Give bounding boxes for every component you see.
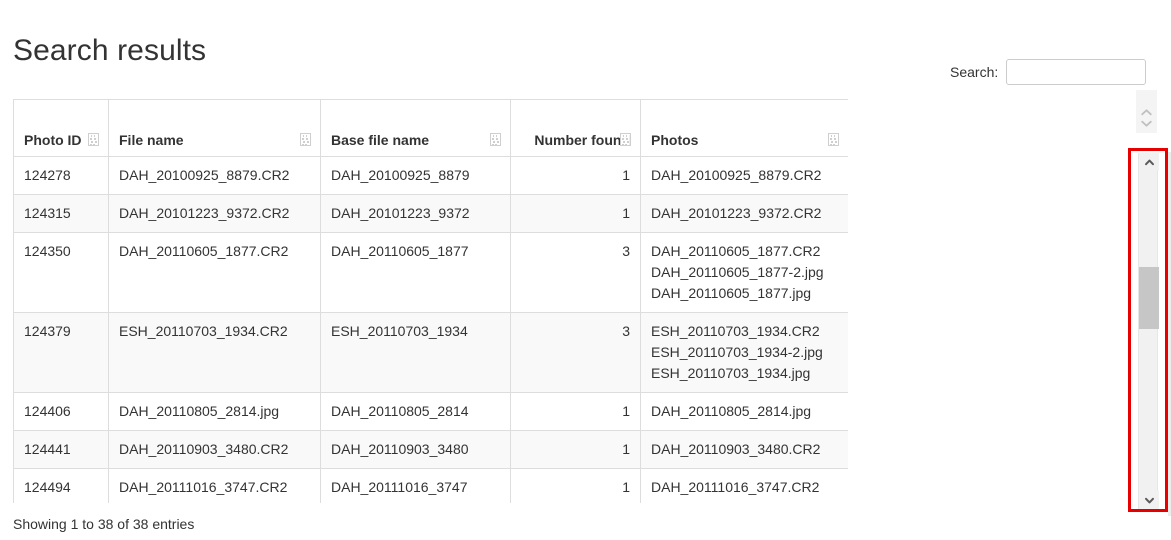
sort-icon[interactable]	[88, 133, 99, 146]
photo-file-name: DAH_20110605_1877.jpg	[651, 285, 812, 301]
page-title: Search results	[13, 34, 207, 68]
photo-file-name: DAH_20100925_8879.CR2	[651, 167, 822, 183]
column-header-label: Base file name	[331, 132, 430, 148]
table-row[interactable]: 124494 DAH_20111016_3747.CR2 DAH_20111016_…	[13, 468, 848, 503]
cell-photo-id: 124278	[13, 156, 109, 195]
results-table: Photo ID File name Base file name Number…	[13, 99, 848, 503]
cell-file-name: DAH_20110903_3480.CR2	[108, 430, 321, 469]
cell-photos: DAH_20110805_2814.jpg	[640, 392, 848, 431]
number-spinner[interactable]	[1136, 90, 1157, 133]
cell-file-name: DAH_20100925_8879.CR2	[108, 156, 321, 195]
column-header-label: Photo ID	[24, 132, 82, 148]
column-header-photo-id[interactable]: Photo ID	[13, 99, 109, 157]
search-filter: Search:	[950, 59, 1147, 85]
sort-icon[interactable]	[828, 133, 839, 146]
cell-photo-id: 124441	[13, 430, 109, 469]
cell-photos: DAH_20110903_3480.CR2	[640, 430, 848, 469]
table-body: 124278 DAH_20100925_8879.CR2 DAH_20100925_…	[13, 156, 848, 503]
cell-base-file-name: DAH_20100925_8879	[320, 156, 511, 195]
photo-file-name: DAH_20101223_9372.CR2	[651, 205, 822, 221]
cell-base-file-name: DAH_20101223_9372	[320, 194, 511, 233]
cell-base-file-name: DAH_20110605_1877	[320, 232, 511, 313]
column-header-photos[interactable]: Photos	[640, 99, 848, 157]
search-results-page: Search results Search: Photo ID File nam…	[0, 0, 1171, 540]
cell-number-found: 1	[510, 468, 641, 503]
cell-number-found: 3	[510, 312, 641, 393]
cell-photo-id: 124494	[13, 468, 109, 503]
cell-photo-id: 124379	[13, 312, 109, 393]
cell-number-found: 3	[510, 232, 641, 313]
sort-icon[interactable]	[490, 133, 501, 146]
table-row[interactable]: 124379 ESH_20110703_1934.CR2 ESH_20110703_…	[13, 312, 848, 393]
cell-file-name: DAH_20110805_2814.jpg	[108, 392, 321, 431]
column-header-number-found[interactable]: Number found	[510, 99, 641, 157]
cell-photos: ESH_20110703_1934.CR2 ESH_20110703_1934-2…	[640, 312, 848, 393]
photo-file-name: DAH_20110605_1877.CR2	[651, 243, 821, 259]
table-row[interactable]: 124441 DAH_20110903_3480.CR2 DAH_20110903_…	[13, 430, 848, 469]
table-head: Photo ID File name Base file name Number…	[13, 99, 848, 157]
photo-file-name: ESH_20110703_1934.CR2	[651, 323, 820, 339]
table-row[interactable]: 124350 DAH_20110605_1877.CR2 DAH_20110605_…	[13, 232, 848, 313]
cell-file-name: DAH_20110605_1877.CR2	[108, 232, 321, 313]
cell-photos: DAH_20110605_1877.CR2 DAH_20110605_1877-2…	[640, 232, 848, 313]
table-row[interactable]: 124406 DAH_20110805_2814.jpg DAH_20110805_…	[13, 392, 848, 431]
column-header-base-file-name[interactable]: Base file name	[320, 99, 511, 157]
chevron-down-icon[interactable]	[1141, 114, 1152, 127]
sort-icon[interactable]	[300, 133, 311, 146]
search-label: Search:	[950, 64, 999, 80]
photo-file-name: ESH_20110703_1934-2.jpg	[651, 344, 823, 360]
cell-base-file-name: DAH_20110805_2814	[320, 392, 511, 431]
scrollbar-thumb[interactable]	[1139, 267, 1159, 329]
cell-file-name: ESH_20110703_1934.CR2	[108, 312, 321, 393]
cell-number-found: 1	[510, 156, 641, 195]
results-table-container: Photo ID File name Base file name Number…	[13, 99, 848, 503]
scrollbar-down-button[interactable]	[1139, 491, 1159, 509]
column-header-label: Photos	[651, 132, 699, 148]
cell-number-found: 1	[510, 430, 641, 469]
column-header-file-name[interactable]: File name	[108, 99, 321, 157]
photo-file-name: DAH_20110805_2814.jpg	[651, 403, 812, 419]
table-row[interactable]: 124315 DAH_20101223_9372.CR2 DAH_20101223_…	[13, 194, 848, 233]
cell-file-name: DAH_20101223_9372.CR2	[108, 194, 321, 233]
cell-photo-id: 124315	[13, 194, 109, 233]
photo-file-name: ESH_20110703_1934.jpg	[651, 365, 811, 381]
cell-photos: DAH_20111016_3747.CR2	[640, 468, 848, 503]
vertical-scrollbar[interactable]	[1138, 153, 1159, 509]
cell-number-found: 1	[510, 194, 641, 233]
scrollbar-up-button[interactable]	[1139, 153, 1159, 171]
column-header-label: Number found	[534, 132, 630, 148]
scrollbar-highlight	[1128, 148, 1168, 512]
cell-photos: DAH_20100925_8879.CR2	[640, 156, 848, 195]
cell-base-file-name: DAH_20111016_3747	[320, 468, 511, 503]
photo-file-name: DAH_20111016_3747.CR2	[651, 479, 820, 495]
search-input[interactable]	[1006, 59, 1147, 85]
table-header-row: Photo ID File name Base file name Number…	[13, 99, 848, 157]
chevron-up-icon[interactable]	[1141, 103, 1152, 115]
cell-file-name: DAH_20111016_3747.CR2	[108, 468, 321, 503]
cell-base-file-name: DAH_20110903_3480	[320, 430, 511, 469]
column-header-label: File name	[119, 132, 184, 148]
cell-photo-id: 124406	[13, 392, 109, 431]
cell-photo-id: 124350	[13, 232, 109, 313]
table-info: Showing 1 to 38 of 38 entries	[13, 516, 195, 532]
cell-base-file-name: ESH_20110703_1934	[320, 312, 511, 393]
cell-number-found: 1	[510, 392, 641, 431]
sort-icon[interactable]	[620, 133, 631, 146]
cell-photos: DAH_20101223_9372.CR2	[640, 194, 848, 233]
table-row[interactable]: 124278 DAH_20100925_8879.CR2 DAH_20100925_…	[13, 156, 848, 195]
photo-file-name: DAH_20110903_3480.CR2	[651, 441, 821, 457]
photo-file-name: DAH_20110605_1877-2.jpg	[651, 264, 824, 280]
